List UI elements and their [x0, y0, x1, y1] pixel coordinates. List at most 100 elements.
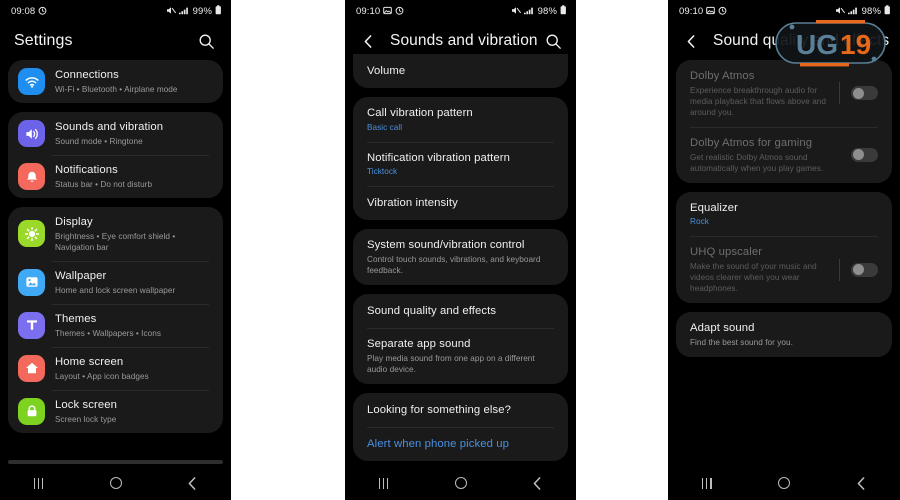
list-item-subtitle: Screen lock type [55, 414, 117, 424]
list-item-title: Volume [367, 64, 406, 77]
divider [839, 82, 840, 105]
list-item-subtitle: Experience breakthrough audio for media … [690, 85, 827, 117]
list-item-subtitle: Status bar • Do not disturb [55, 179, 153, 189]
list-item[interactable]: Equalizer Rock [676, 192, 892, 237]
signal-icon [523, 2, 535, 20]
brightness-icon [18, 220, 45, 248]
toggle-switch[interactable] [851, 86, 878, 101]
alarm-icon [718, 2, 727, 20]
battery-percent: 98% [861, 5, 881, 17]
back-button[interactable] [518, 470, 558, 496]
list-item-title: System sound/vibration control [367, 239, 525, 252]
list-item[interactable]: Lock screen Screen lock type [8, 389, 223, 433]
battery-icon [884, 2, 891, 20]
battery-percent: 99% [192, 5, 212, 17]
list-item-subtitle: Sound mode • Ringtone [55, 136, 143, 146]
list-item-title: Sound quality and effects [367, 304, 497, 317]
list-item[interactable]: Connections Wi-Fi • Bluetooth • Airplane … [8, 60, 223, 103]
phone-panel-settings-home: 09:08 99% Settings Connections Wi-Fi • Bluet… [0, 0, 231, 500]
status-bar: 09:08 99% [0, 0, 231, 22]
list-item-title: Alert when phone picked up [367, 437, 510, 450]
back-button[interactable] [173, 470, 213, 496]
home-button[interactable] [96, 470, 136, 496]
toggle-switch[interactable] [851, 262, 878, 277]
recents-button[interactable] [19, 470, 59, 496]
settings-list: Dolby Atmos Experience breakthrough audio… [668, 60, 900, 357]
bell-icon [18, 163, 45, 190]
status-bar-left: 09:10 [679, 2, 727, 20]
divider [839, 258, 840, 281]
page-title: Sounds and vibration [390, 32, 538, 49]
recents-button[interactable] [687, 470, 727, 496]
list-item-title: Themes [55, 312, 97, 325]
list-item[interactable]: Notifications Status bar • Do not disturb [8, 155, 223, 198]
screenshot-stage: 09:08 99% Settings Connections Wi-Fi • Bluet… [0, 0, 900, 500]
settings-group: Adapt sound Find the best sound for you. [676, 312, 892, 357]
list-item-text: Dolby Atmos for gaming Get realistic Dolb… [690, 136, 843, 174]
list-item-text: Sound quality and effects [367, 304, 554, 319]
settings-group: Sounds and vibration Sound mode • Rington… [8, 112, 223, 198]
search-button[interactable] [542, 30, 564, 52]
mute-icon [835, 2, 845, 20]
page-title: Settings [14, 32, 73, 49]
home-icon [777, 477, 790, 489]
list-item[interactable]: UHQ upscaler Make the sound of your music… [676, 236, 892, 303]
list-item[interactable]: Dolby Atmos Experience breakthrough audio… [676, 60, 892, 127]
list-item[interactable]: Wallpaper Home and lock screen wallpaper [8, 260, 223, 304]
scrollbar-thumb[interactable] [8, 460, 223, 464]
list-item-subtitle: Themes • Wallpapers • Icons [55, 328, 161, 338]
list-item-text: System sound/vibration control Control to… [367, 238, 554, 276]
list-item-subtitle: Home and lock screen wallpaper [55, 285, 176, 295]
list-item[interactable]: Separate app sound Play media sound from … [353, 328, 568, 384]
toggle-knob [852, 87, 864, 99]
status-bar-right: 98% [511, 2, 567, 20]
back-button[interactable] [841, 470, 881, 496]
list-item-subtitle: Get realistic Dolby Atmos sound automati… [690, 152, 824, 173]
list-item-text: Alert when phone picked up [367, 437, 554, 452]
settings-group: Sound quality and effects Separate app so… [353, 294, 568, 385]
list-item[interactable]: Adapt sound Find the best sound for you. [676, 312, 892, 357]
navigation-bar [668, 466, 900, 500]
alarm-icon [38, 2, 47, 20]
list-item[interactable]: Looking for something else? [353, 393, 568, 427]
back-button[interactable] [680, 30, 702, 52]
list-item-text: Separate app sound Play media sound from … [367, 337, 554, 375]
list-item[interactable]: Volume [353, 54, 568, 88]
list-item[interactable]: Call vibration pattern Basic call [353, 97, 568, 142]
app-bar: Settings [0, 22, 231, 60]
list-item[interactable]: Sounds and vibration Sound mode • Rington… [8, 112, 223, 155]
list-item[interactable]: System sound/vibration control Control to… [353, 229, 568, 285]
list-item[interactable]: Notification vibration pattern Ticktock [353, 141, 568, 187]
back-button[interactable] [357, 30, 379, 52]
list-item-text: Adapt sound Find the best sound for you. [690, 321, 878, 348]
list-item[interactable]: Themes Themes • Wallpapers • Icons [8, 303, 223, 347]
list-item[interactable]: Vibration intensity [353, 186, 568, 220]
home-button[interactable] [764, 470, 804, 496]
toggle-knob [852, 149, 864, 161]
wifi-icon [18, 68, 45, 95]
status-bar: 09:10 98% [345, 0, 576, 22]
list-item-text: Equalizer Rock [690, 201, 878, 228]
list-item-subtitle: Control touch sounds, vibrations, and ke… [367, 255, 541, 276]
home-button[interactable] [441, 470, 481, 496]
search-button[interactable] [195, 30, 217, 52]
home-icon [18, 354, 45, 382]
list-item-title: Dolby Atmos [690, 70, 755, 82]
list-item[interactable]: Display Brightness • Eye comfort shield •… [8, 207, 223, 261]
list-item-text: Lock screen Screen lock type [55, 398, 209, 425]
settings-group: Connections Wi-Fi • Bluetooth • Airplane … [8, 60, 223, 103]
list-item-text: Sounds and vibration Sound mode • Rington… [55, 120, 209, 147]
status-bar-left: 09:10 [356, 2, 404, 20]
list-item-text: Themes Themes • Wallpapers • Icons [55, 312, 209, 339]
list-item[interactable]: Home screen Layout • App icon badges [8, 346, 223, 390]
battery-icon [560, 2, 567, 20]
list-item[interactable]: Sound quality and effects [353, 294, 568, 328]
list-item[interactable]: Dolby Atmos for gaming Get realistic Dolb… [676, 126, 892, 183]
settings-group: Dolby Atmos Experience breakthrough audio… [676, 60, 892, 183]
status-bar-time: 09:10 [679, 5, 704, 17]
toggle-container [843, 147, 878, 162]
list-item[interactable]: Alert when phone picked up [353, 427, 568, 461]
status-bar-right: 99% [166, 2, 222, 20]
recents-button[interactable] [364, 470, 404, 496]
toggle-switch[interactable] [851, 147, 878, 162]
